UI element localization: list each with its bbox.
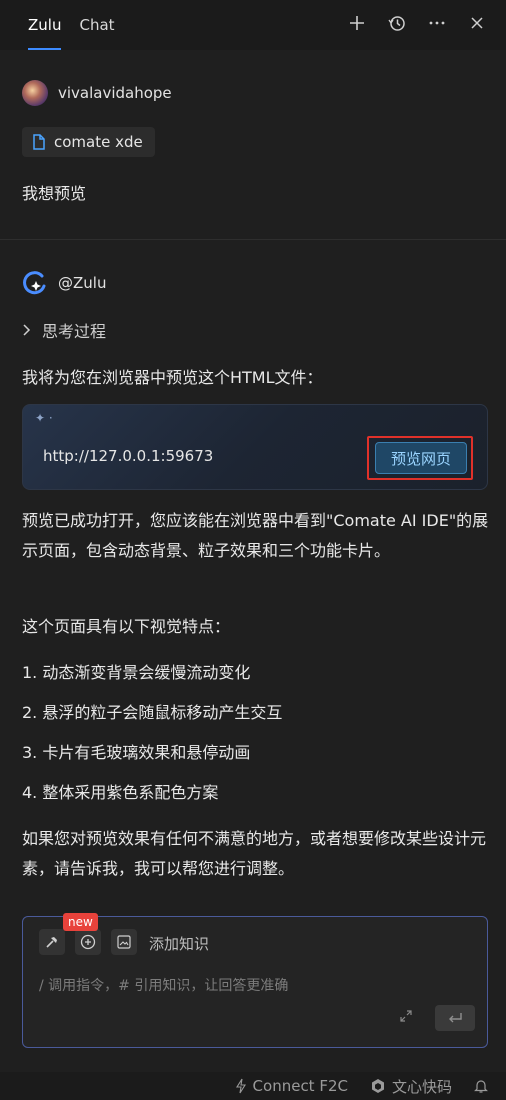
list-item: 2. 悬浮的粒子会随鼠标移动产生交互 bbox=[22, 703, 283, 722]
connect-label: Connect F2C bbox=[252, 1077, 348, 1095]
brand-label: 文心快码 bbox=[391, 1077, 452, 1096]
features-intro: 这个页面具有以下视觉特点： bbox=[22, 617, 231, 636]
history-icon[interactable] bbox=[388, 14, 406, 37]
image-icon bbox=[117, 935, 131, 949]
user-message-text: 我想预览 bbox=[22, 184, 87, 203]
status-bar: Connect F2C 文心快码 bbox=[0, 1072, 506, 1100]
plus-circle-icon bbox=[80, 934, 96, 950]
new-badge: new bbox=[63, 913, 98, 931]
tab-zulu[interactable]: Zulu bbox=[28, 12, 62, 50]
header-actions bbox=[348, 14, 486, 37]
tools-button[interactable] bbox=[39, 929, 65, 955]
chevron-right-icon bbox=[23, 324, 31, 336]
user-header: vivalavidahope bbox=[22, 80, 172, 106]
notification-bell[interactable] bbox=[474, 1078, 488, 1094]
user-message: vivalavidahope comate xde 我想预览 bbox=[0, 50, 506, 240]
enter-icon bbox=[449, 1013, 462, 1023]
assistant-name: @Zulu bbox=[58, 274, 107, 292]
file-chip[interactable]: comate xde bbox=[22, 127, 155, 157]
file-chip-label: comate xde bbox=[54, 133, 143, 151]
list-item: 1. 动态渐变背景会缓慢流动变化 bbox=[22, 663, 251, 682]
panel-header: Zulu Chat bbox=[0, 0, 506, 50]
list-item: 3. 卡片有毛玻璃效果和悬停动画 bbox=[22, 743, 251, 762]
result-text: 预览已成功打开，您应该能在浏览器中看到"Comate AI IDE"的展示页面，… bbox=[22, 511, 489, 560]
add-context-button[interactable] bbox=[75, 929, 101, 955]
file-icon bbox=[33, 134, 45, 150]
assistant-header: @Zulu bbox=[22, 270, 106, 296]
avatar bbox=[22, 80, 48, 106]
close-icon[interactable] bbox=[468, 14, 486, 37]
tab-chat[interactable]: Chat bbox=[79, 12, 114, 38]
thinking-label: 思考过程 bbox=[42, 322, 107, 341]
assistant-intro: 我将为您在浏览器中预览这个HTML文件： bbox=[22, 368, 323, 387]
username: vivalavidahope bbox=[58, 84, 172, 102]
add-knowledge-button[interactable]: 添加知识 bbox=[149, 933, 209, 954]
hammer-icon bbox=[46, 937, 57, 948]
bell-icon bbox=[474, 1080, 488, 1093]
brand-item[interactable]: 文心快码 bbox=[370, 1076, 452, 1097]
message-input-placeholder[interactable]: / 调用指令，# 引用知识，让回答更准确 bbox=[39, 975, 288, 995]
closing-text: 如果您对预览效果有任何不满意的地方，或者想要修改某些设计元素，请告诉我，我可以帮… bbox=[22, 829, 487, 878]
more-icon[interactable] bbox=[428, 14, 446, 37]
image-button[interactable] bbox=[111, 929, 137, 955]
send-button[interactable] bbox=[435, 1005, 475, 1031]
preview-url: http://127.0.0.1:59673 bbox=[43, 447, 214, 465]
composer[interactable]: new 添加知识 / 调用指令，# 引用知识，让回答更准确 bbox=[22, 913, 488, 1048]
plus-icon[interactable] bbox=[348, 14, 366, 37]
sparkle-icon: ✦ · bbox=[35, 411, 53, 425]
brand-logo-icon bbox=[371, 1079, 384, 1093]
thinking-toggle[interactable]: 思考过程 bbox=[22, 318, 106, 342]
connect-f2c[interactable]: Connect F2C bbox=[235, 1077, 348, 1095]
expand-icon[interactable] bbox=[399, 1009, 413, 1027]
list-item: 4. 整体采用紫色系配色方案 bbox=[22, 783, 219, 802]
lightning-icon bbox=[235, 1078, 246, 1094]
zulu-logo-icon bbox=[23, 271, 46, 295]
preview-webpage-button[interactable]: 预览网页 bbox=[375, 442, 467, 474]
preview-card: ✦ · http://127.0.0.1:59673 预览网页 bbox=[22, 404, 488, 490]
